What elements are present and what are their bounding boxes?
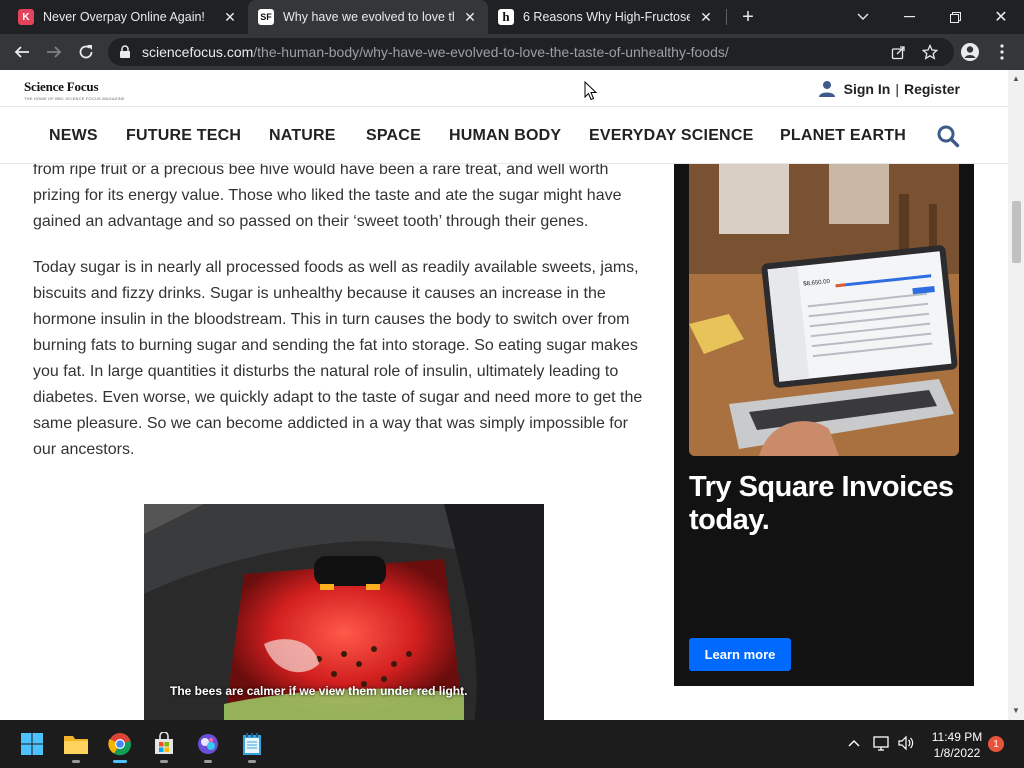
link-separator: | xyxy=(895,81,899,97)
nav-news[interactable]: NEWS xyxy=(49,127,98,145)
page-scrollbar[interactable]: ▲ ▼ xyxy=(1008,70,1024,720)
tab-why-evolved[interactable]: SF Why have we evolved to love the ✕ xyxy=(248,0,488,34)
reload-button[interactable] xyxy=(72,38,100,66)
minimize-button[interactable] xyxy=(886,0,932,34)
article-video[interactable]: The bees are calmer if we view them unde… xyxy=(144,504,544,720)
nav-nature[interactable]: NATURE xyxy=(269,127,336,145)
address-bar[interactable]: sciencefocus.com/the-human-body/why-have… xyxy=(108,38,954,66)
register-link[interactable]: Register xyxy=(904,81,960,97)
notepad-icon xyxy=(243,733,261,755)
store-bag-icon xyxy=(155,732,173,754)
account-links: Sign In | Register xyxy=(818,80,960,98)
nav-human-body[interactable]: HUMAN BODY xyxy=(449,127,561,145)
tab-separator xyxy=(726,9,727,25)
close-tab-icon[interactable]: ✕ xyxy=(462,9,478,25)
sign-in-link[interactable]: Sign In xyxy=(844,81,891,97)
taskbar-clock[interactable]: 11:49 PM 1/8/2022 xyxy=(922,729,992,761)
windows-logo-icon xyxy=(21,733,43,755)
user-icon xyxy=(818,81,835,97)
notification-badge[interactable]: 1 xyxy=(988,736,1004,752)
restore-button[interactable] xyxy=(932,0,978,34)
share-icon[interactable] xyxy=(890,44,906,60)
logo-name: Science Focus xyxy=(24,79,99,94)
nav-planet-earth[interactable]: PLANET EARTH xyxy=(780,127,906,145)
video-caption: The bees are calmer if we view them unde… xyxy=(170,684,468,698)
square-invoices-ad[interactable]: $8,650.00 Try Square Invoices today. Lea… xyxy=(674,164,974,686)
new-tab-button[interactable]: + xyxy=(736,5,760,29)
tab-favicon-icon: K xyxy=(18,9,34,25)
site-header: Science Focus THE HOME OF BBC SCIENCE FO… xyxy=(0,70,1008,107)
site-logo[interactable]: Science Focus THE HOME OF BBC SCIENCE FO… xyxy=(24,79,125,101)
tab-title: Why have we evolved to love the xyxy=(283,10,454,24)
article-paragraph: from ripe fruit or a precious bee hive w… xyxy=(33,161,622,230)
close-tab-icon[interactable]: ✕ xyxy=(222,9,238,25)
browser-toolbar: sciencefocus.com/the-human-body/why-have… xyxy=(0,34,1024,70)
tab-never-overpay[interactable]: K Never Overpay Online Again! ✕ xyxy=(8,0,248,34)
browser-tab-strip: K Never Overpay Online Again! ✕ SF Why h… xyxy=(0,0,1024,34)
web-page: Science Focus THE HOME OF BBC SCIENCE FO… xyxy=(0,70,1008,720)
logo-tagline: THE HOME OF BBC SCIENCE FOCUS MAGAZINE xyxy=(24,96,125,101)
learn-more-button[interactable]: Learn more xyxy=(689,638,791,671)
close-tab-icon[interactable]: ✕ xyxy=(698,9,714,25)
back-button[interactable] xyxy=(8,38,36,66)
nav-future-tech[interactable]: FUTURE TECH xyxy=(126,127,241,145)
network-icon[interactable] xyxy=(873,734,891,752)
tab-high-fructose[interactable]: h 6 Reasons Why High-Fructose Co ✕ xyxy=(488,0,724,34)
bookmark-star-icon[interactable] xyxy=(922,44,938,60)
chrome-button[interactable] xyxy=(104,728,136,763)
tab-title: Never Overpay Online Again! xyxy=(43,10,205,24)
browser-menu-icon[interactable] xyxy=(988,38,1016,66)
microsoft-store-button[interactable] xyxy=(148,728,180,763)
scroll-up-arrow-icon[interactable]: ▲ xyxy=(1012,74,1020,83)
clock-date: 1/8/2022 xyxy=(933,746,981,760)
nav-everyday-science[interactable]: EVERYDAY SCIENCE xyxy=(589,127,753,145)
clock-time: 11:49 PM xyxy=(931,730,983,744)
scroll-down-arrow-icon[interactable]: ▼ xyxy=(1012,706,1020,715)
ad-headline: Try Square Invoices today. xyxy=(689,471,954,536)
folder-icon xyxy=(64,736,88,754)
start-button[interactable] xyxy=(16,728,48,760)
app-button[interactable] xyxy=(192,728,224,763)
file-explorer-button[interactable] xyxy=(60,728,92,763)
nav-space[interactable]: SPACE xyxy=(366,127,421,145)
lock-icon[interactable] xyxy=(118,45,132,59)
tab-favicon-icon: h xyxy=(498,9,514,25)
mouse-cursor-icon xyxy=(584,81,598,101)
colorful-app-icon xyxy=(198,734,218,754)
show-hidden-icons-chevron-icon[interactable] xyxy=(845,734,863,752)
tab-favicon-icon: SF xyxy=(258,9,274,25)
scrollbar-thumb[interactable] xyxy=(1012,201,1021,263)
search-icon[interactable] xyxy=(936,124,960,148)
url-text: sciencefocus.com/the-human-body/why-have… xyxy=(142,44,729,60)
laptop-photo: $8,650.00 xyxy=(689,164,959,456)
forward-button[interactable] xyxy=(40,38,68,66)
notepad-button[interactable] xyxy=(236,728,268,763)
tab-title: 6 Reasons Why High-Fructose Co xyxy=(523,10,690,24)
article-paragraph: Today sugar is in nearly all processed f… xyxy=(33,259,643,458)
main-navigation: NEWS FUTURE TECH NATURE SPACE HUMAN BODY… xyxy=(0,108,1008,164)
taskbar: 11:49 PM 1/8/2022 1 xyxy=(0,720,1024,768)
profile-avatar-icon[interactable] xyxy=(956,38,984,66)
chrome-icon xyxy=(108,733,132,756)
volume-icon[interactable] xyxy=(897,734,915,752)
close-window-button[interactable]: ✕ xyxy=(978,0,1024,34)
tab-search-chevron-icon[interactable] xyxy=(840,0,886,34)
